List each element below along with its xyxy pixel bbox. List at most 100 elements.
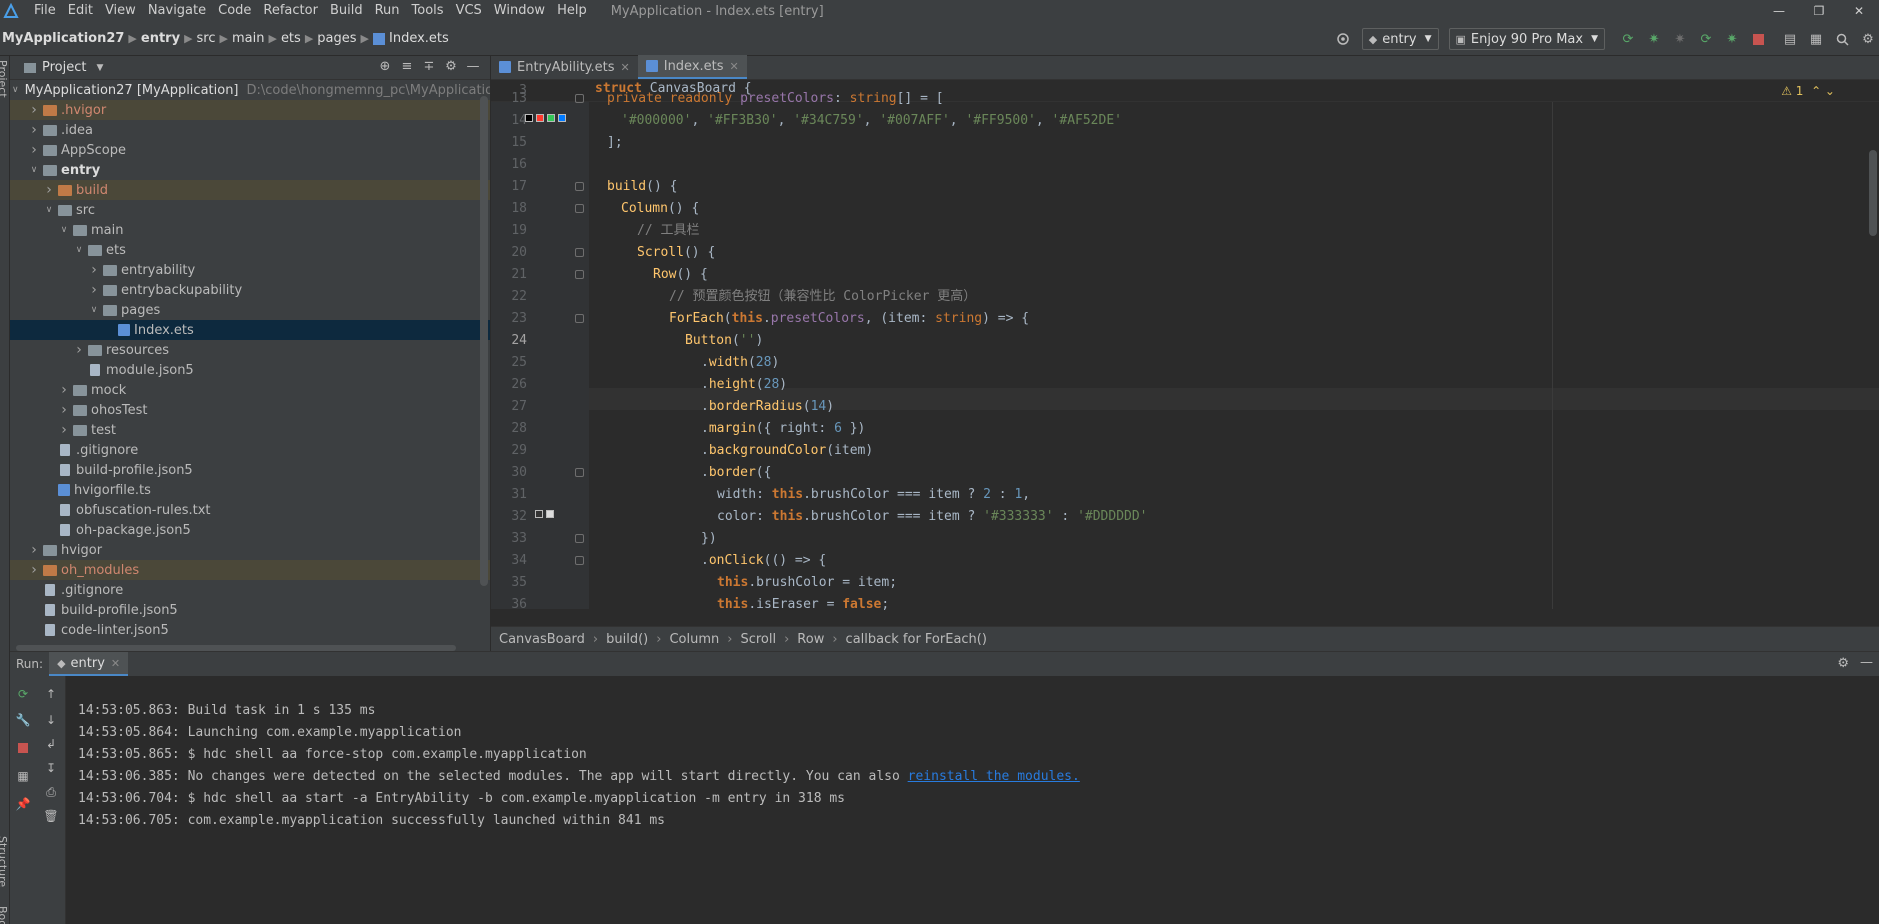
color-swatch-icon[interactable] [535,510,543,518]
fold-marker-icon[interactable] [575,556,584,565]
close-tab-icon[interactable]: ✕ [111,657,120,670]
collapse-all-icon[interactable]: ∓ [418,59,440,74]
minimize-icon[interactable]: — [1759,0,1799,22]
menu-vcs[interactable]: VCS [450,0,488,22]
menu-navigate[interactable]: Navigate [142,0,212,22]
target-icon[interactable] [1334,30,1352,48]
trash-icon[interactable]: 🗑 [43,808,59,824]
run-tab-entry[interactable]: ◆ entry ✕ [49,652,129,676]
fold-marker-icon[interactable] [575,248,584,257]
crumb-ets[interactable]: ets [281,31,301,46]
tree-item[interactable]: hvigorfile.ts [10,480,490,500]
device-manager-icon[interactable]: ▤ [1781,30,1799,48]
arrow-down-icon[interactable]: ↓ [43,712,59,728]
code-crumb[interactable]: Scroll [740,632,776,647]
profile-icon[interactable]: ✷ [1723,30,1741,48]
menu-edit[interactable]: Edit [62,0,99,22]
tree-item[interactable]: › resources [10,340,490,360]
code-crumb[interactable]: Row [797,632,824,647]
chevron-right-icon[interactable]: › [27,142,41,158]
code-crumb[interactable]: callback for ForEach() [846,632,987,647]
hide-run-panel-icon[interactable]: — [1860,655,1873,670]
menu-build[interactable]: Build [324,0,369,22]
close-window-icon[interactable]: ✕ [1839,0,1879,22]
stop-icon[interactable] [1749,30,1767,48]
debug-icon[interactable]: ✷ [1645,30,1663,48]
chevron-right-icon[interactable]: › [27,562,41,578]
locate-file-icon[interactable]: ⊕ [374,59,396,74]
crumb-pages[interactable]: pages [317,31,356,46]
chevron-down-icon[interactable]: ∨ [57,225,71,235]
crumb-index[interactable]: Index.ets [389,31,449,46]
tree-item[interactable]: › entryability [10,260,490,280]
bookmarks-tool-tab[interactable]: Bookmarks [0,906,9,924]
fold-marker-icon[interactable] [575,314,584,323]
chevron-right-icon[interactable]: › [72,342,86,358]
run-settings-gear-icon[interactable]: ⚙ [1837,656,1849,671]
crumb-src[interactable]: src [197,31,216,46]
menu-view[interactable]: View [99,0,142,22]
menu-run[interactable]: Run [369,0,406,22]
print-icon[interactable]: ⎙ [43,784,59,800]
fold-marker-icon[interactable] [575,182,584,191]
menu-code[interactable]: Code [212,0,257,22]
chevron-right-icon[interactable]: › [57,402,71,418]
tree-item[interactable]: ∨ main [10,220,490,240]
arrow-up-icon[interactable]: ↑ [43,686,59,702]
code-crumb[interactable]: Column [669,632,719,647]
crumb-entry[interactable]: entry [141,31,180,46]
tab-index[interactable]: Index.ets ✕ [637,55,747,79]
chevron-right-icon[interactable]: › [57,422,71,438]
chevron-down-icon[interactable]: ▼ [96,63,103,73]
tree-item[interactable]: › entrybackupability [10,280,490,300]
sdk-manager-icon[interactable]: ▦ [1807,30,1825,48]
tree-item[interactable]: › test [10,420,490,440]
expand-all-icon[interactable]: ≡ [396,59,418,74]
code-area[interactable]: private readonly presetColors: string[] … [589,91,1879,612]
tree-item[interactable]: code-linter.json5 [10,620,490,640]
rerun-icon[interactable]: ⟳ [15,686,31,702]
rerun-icon[interactable]: ⟳ [1619,30,1637,48]
search-icon[interactable] [1833,30,1851,48]
panel-gear-icon[interactable]: ⚙ [440,59,462,74]
tree-item[interactable]: ∨ ets [10,240,490,260]
color-swatch-icon[interactable] [547,114,555,122]
attach-debugger-icon[interactable]: ✷ [1671,30,1689,48]
tree-item[interactable]: ∨ MyApplication27 [MyApplication] D:\code\… [10,80,490,100]
tree-item[interactable]: ∨ pages [10,300,490,320]
color-swatch-icon[interactable] [525,114,533,122]
settings-gear-icon[interactable]: ⚙ [1859,30,1877,48]
color-swatch-icon[interactable] [558,114,566,122]
warning-indicator[interactable]: ⚠ 1 ⌃ ⌄ [1781,84,1835,98]
chevron-right-icon[interactable]: › [27,542,41,558]
editor-scrollbar[interactable] [1869,150,1877,236]
reinstall-modules-link[interactable]: reinstall the modules. [908,769,1080,784]
tree-item[interactable]: .gitignore [10,580,490,600]
run-config-select[interactable]: ◆ entry ▼ [1361,28,1439,50]
close-tab-icon[interactable]: ✕ [730,60,739,73]
chevron-down-icon[interactable]: ∨ [27,165,41,175]
menu-help[interactable]: Help [551,0,593,22]
chevron-right-icon[interactable]: › [42,182,56,198]
chevron-down-icon[interactable]: ∨ [72,245,86,255]
tree-item[interactable]: build-profile.json5 [10,460,490,480]
chevron-right-icon[interactable]: › [27,122,41,138]
tree-item[interactable]: ∨ src [10,200,490,220]
chevron-right-icon[interactable]: › [57,382,71,398]
tree-item[interactable]: oh-package.json5 [10,520,490,540]
tree-item[interactable]: module.json5 [10,360,490,380]
chevron-right-icon[interactable]: › [87,282,101,298]
tree-item[interactable]: › build [10,180,490,200]
tree-item[interactable]: › .hvigor [10,100,490,120]
tree-item[interactable]: › hvigor [10,540,490,560]
crumb-project[interactable]: MyApplication27 [2,31,124,46]
tree-item[interactable]: › .idea [10,120,490,140]
soft-wrap-icon[interactable]: ↲ [43,736,59,752]
chevron-right-icon[interactable]: › [87,262,101,278]
crumb-main[interactable]: main [232,31,264,46]
tree-item[interactable]: build-profile.json5 [10,600,490,620]
code-crumb[interactable]: CanvasBoard [499,632,585,647]
tree-scrollbar[interactable] [480,96,488,586]
project-panel-title[interactable]: Project [42,60,86,75]
menu-window[interactable]: Window [488,0,551,22]
